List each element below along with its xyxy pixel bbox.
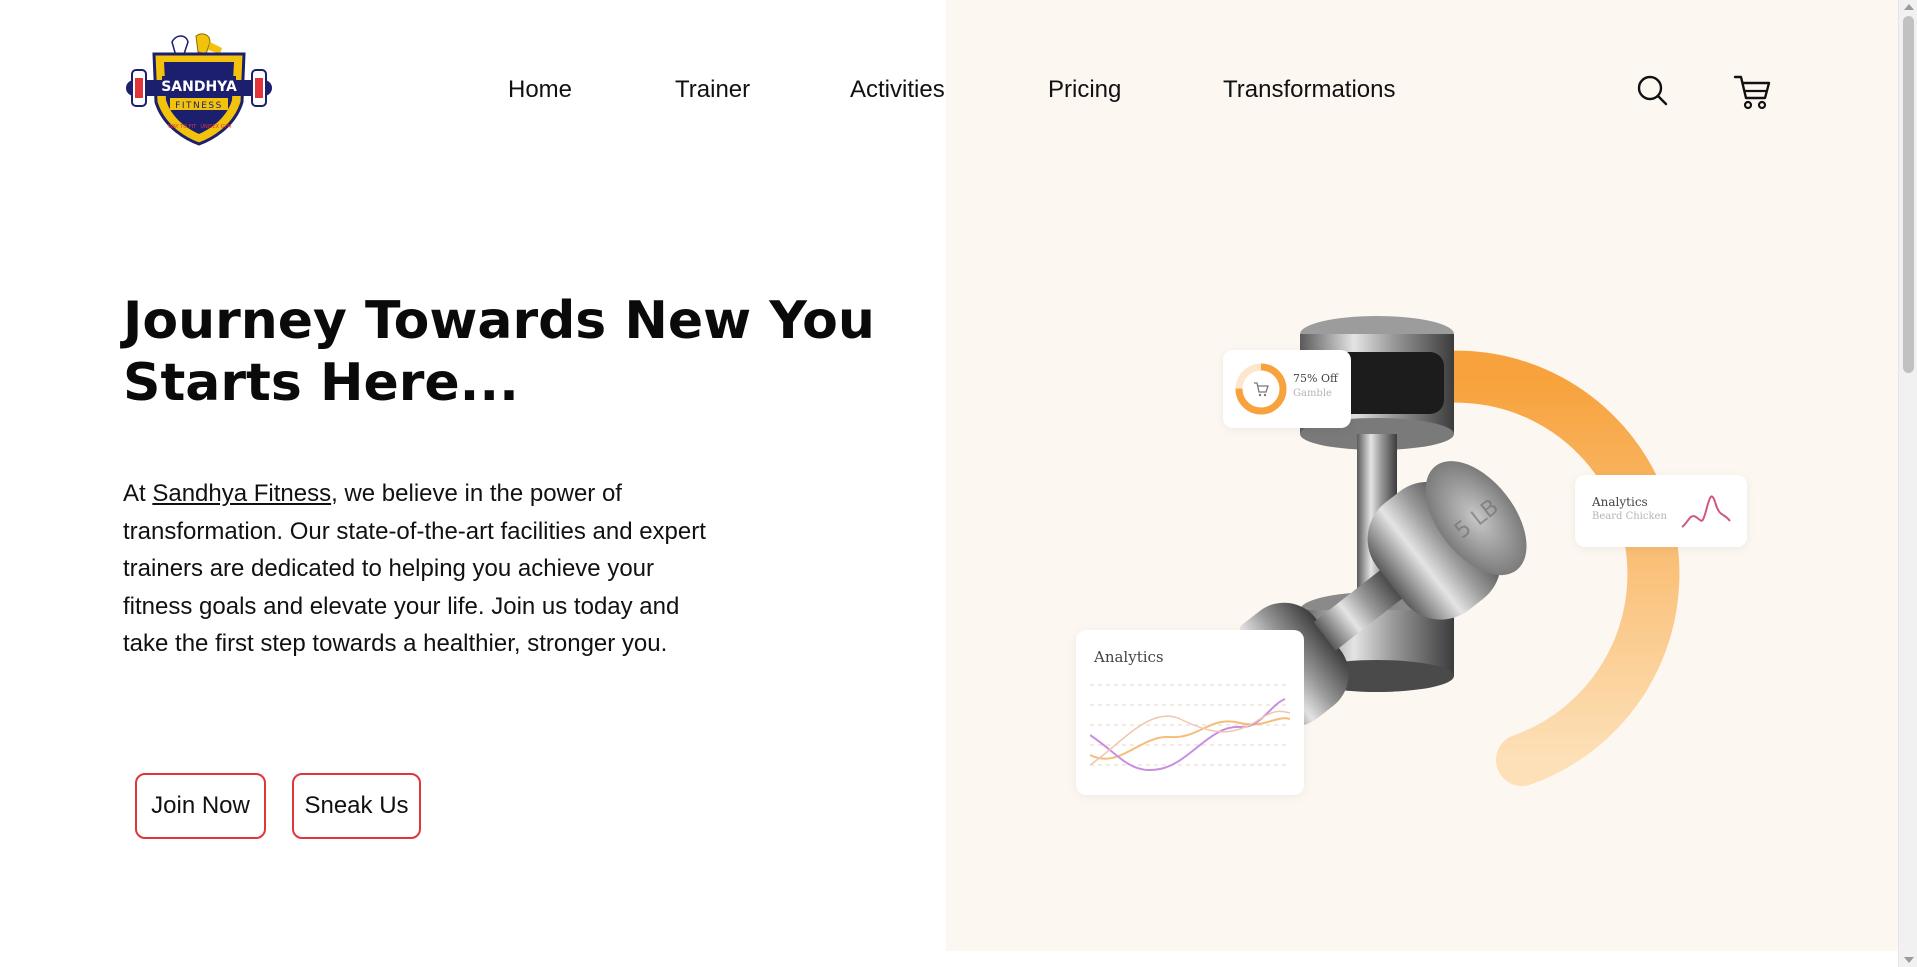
cart-button[interactable] (1733, 74, 1771, 110)
nav-item-transformations[interactable]: Transformations (1223, 76, 1396, 104)
analytics-small-subtitle: Beard Chicken (1592, 511, 1667, 522)
logo-tagline-right: UNISEX GYM (200, 124, 231, 130)
join-now-button[interactable]: Join Now (135, 773, 266, 839)
hero-description: At Sandhya Fitness, we believe in the po… (123, 475, 723, 663)
main-nav: Home Trainer Activities Pricing Transfor… (0, 76, 1600, 116)
logo-tagline-left: WAY TO FIT (168, 124, 197, 130)
hero-title-line2: Starts Here... (123, 353, 519, 413)
hero-title-line1: Journey Towards New You (123, 291, 875, 351)
scrollbar-thumb[interactable] (1903, 16, 1914, 373)
cart-icon (1254, 382, 1269, 397)
cart-icon (1733, 75, 1771, 110)
nav-item-trainer[interactable]: Trainer (675, 76, 750, 104)
sandhya-fitness-link[interactable]: Sandhya Fitness (152, 480, 331, 507)
page: SANDHYA FITNESS WAY TO FIT UNISEX GYM Ho… (0, 0, 1917, 967)
hero-title: Journey Towards New You Starts Here... (123, 290, 883, 414)
scroll-up-arrow-icon[interactable] (1904, 4, 1914, 10)
sneak-us-button[interactable]: Sneak Us (292, 773, 421, 839)
hero-illustration: 5 LB 75% Off Gamble Analytics Beard Chic… (1070, 300, 1770, 820)
analytics-small-card: Analytics Beard Chicken (1575, 475, 1747, 547)
offer-card: 75% Off Gamble (1223, 350, 1351, 428)
search-button[interactable] (1636, 74, 1668, 106)
offer-title: 75% Off (1293, 372, 1338, 385)
offer-subtitle: Gamble (1293, 388, 1332, 399)
analytics-line-chart (1090, 684, 1290, 772)
analytics-small-title: Analytics (1592, 495, 1648, 509)
nav-item-activities[interactable]: Activities (850, 76, 945, 104)
analytics-big-title: Analytics (1094, 648, 1164, 666)
analytics-big-card: Analytics (1076, 630, 1304, 795)
sparkline-icon (1681, 495, 1731, 528)
nav-item-home[interactable]: Home (508, 76, 572, 104)
nav-item-pricing[interactable]: Pricing (1048, 76, 1121, 104)
page-scrollbar[interactable] (1898, 0, 1917, 967)
hero-text-prefix: At (123, 480, 153, 507)
scroll-down-arrow-icon[interactable] (1904, 957, 1914, 963)
search-icon (1637, 75, 1668, 106)
